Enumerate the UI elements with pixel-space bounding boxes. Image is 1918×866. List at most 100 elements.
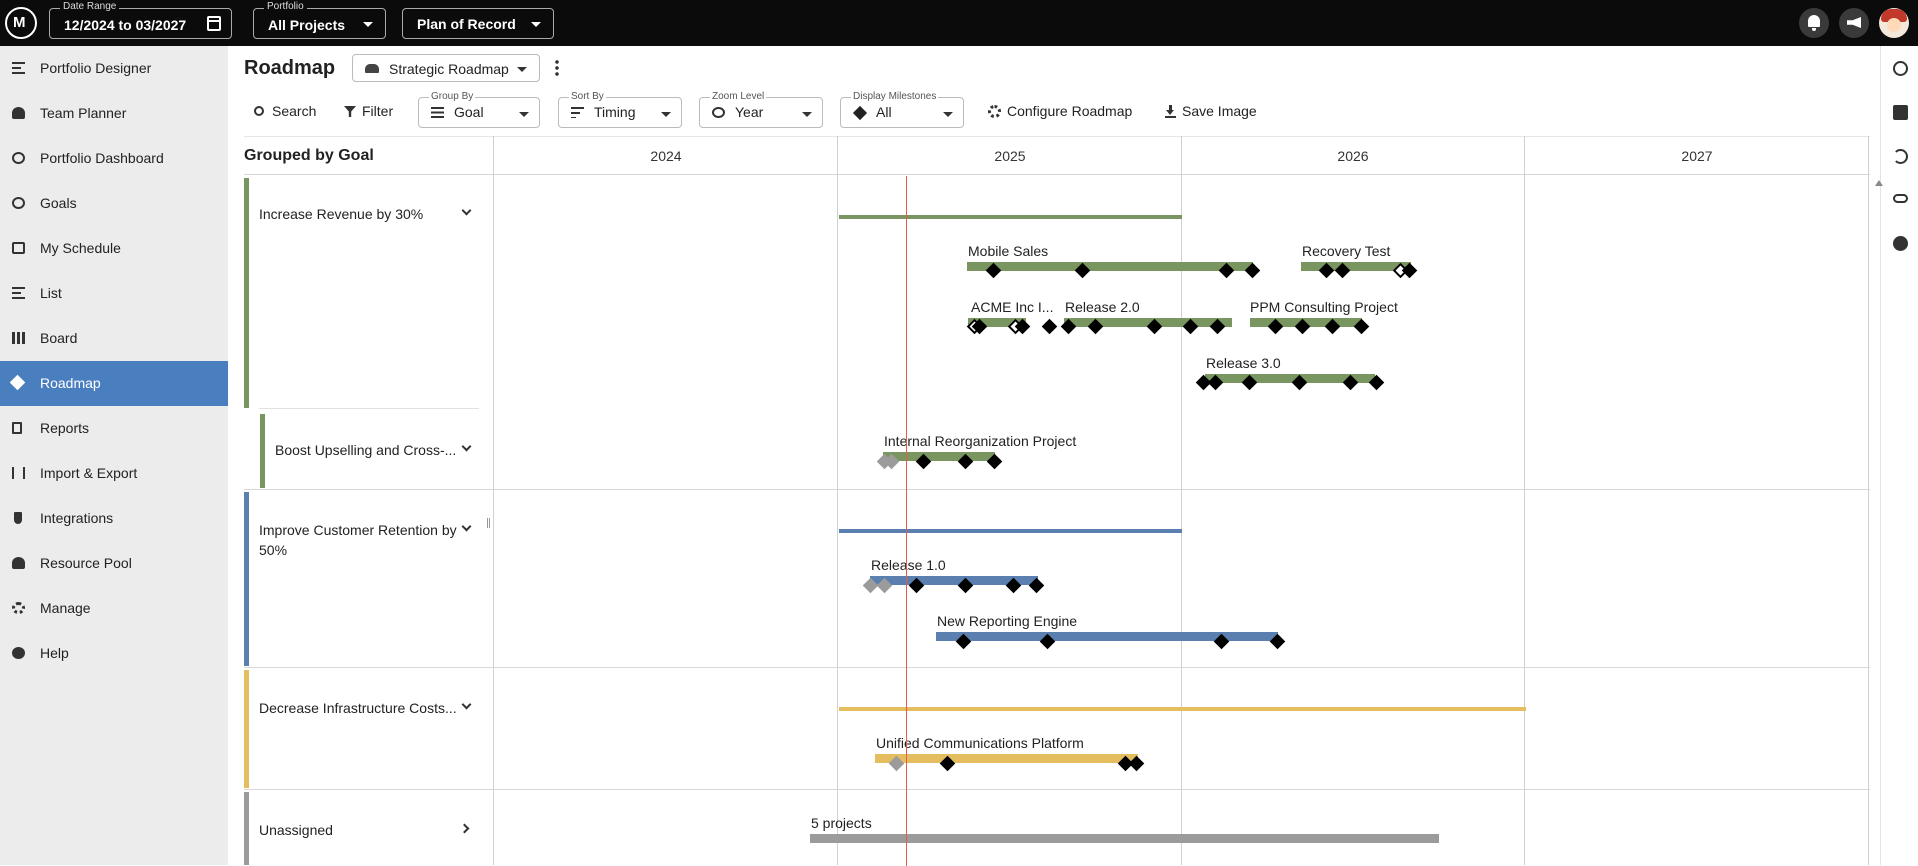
download-icon [1165, 105, 1176, 118]
sidebar-item-goals[interactable]: Goals [0, 181, 228, 226]
view-select-value: Strategic Roadmap [389, 61, 509, 77]
goal-color-bar [244, 492, 249, 666]
app-logo[interactable]: M [5, 7, 37, 39]
arrows-icon [12, 467, 25, 479]
sort-by-select[interactable]: Sort By Timing [558, 91, 682, 128]
palette-icon[interactable] [1893, 236, 1908, 251]
document-icon [12, 422, 22, 434]
zoom-level-label: Zoom Level [710, 91, 767, 102]
goal-label[interactable]: Improve Customer Retention by 50% [259, 520, 459, 560]
notifications-button[interactable] [1799, 8, 1829, 38]
project-label[interactable]: Internal Reorganization Project [884, 433, 1076, 449]
display-milestones-value: All [876, 104, 892, 120]
sidebar-item-board[interactable]: Board [0, 316, 228, 361]
plan-select[interactable]: Plan of Record [402, 8, 554, 39]
chevron-down-icon[interactable] [461, 521, 472, 532]
link-icon[interactable] [1893, 194, 1908, 203]
sidebar-item-label: Integrations [40, 510, 114, 526]
sidebar-item-manage[interactable]: Manage [0, 586, 228, 631]
filter-button[interactable]: Filter [342, 101, 402, 123]
sidebar-item-label: My Schedule [40, 240, 121, 256]
year-label: 2024 [650, 148, 682, 164]
chevron-down-icon [519, 112, 529, 117]
scroll-up-icon[interactable] [1875, 180, 1883, 186]
sort-by-value: Timing [594, 104, 636, 120]
project-bar[interactable] [810, 834, 1439, 843]
goal-label[interactable]: Increase Revenue by 30% [259, 204, 423, 224]
goal-label[interactable]: Boost Upselling and Cross-... [275, 440, 456, 460]
list-icon [12, 287, 25, 299]
list-icon [431, 107, 444, 118]
sidebar-item-label: Import & Export [40, 465, 138, 481]
history-icon[interactable] [1893, 149, 1908, 164]
project-label[interactable]: Release 2.0 [1065, 299, 1140, 315]
project-bar[interactable] [875, 754, 1138, 763]
group-by-label: Group By [429, 91, 476, 102]
date-range-label: Date Range [60, 1, 120, 12]
info-icon[interactable] [1893, 61, 1908, 76]
sidebar-item-integrations[interactable]: Integrations [0, 496, 228, 541]
goal-group: Unassigned [244, 790, 1870, 865]
more-options-icon[interactable] [555, 59, 559, 76]
chevron-down-icon[interactable] [461, 205, 472, 216]
project-label[interactable]: New Reporting Engine [937, 613, 1077, 629]
sidebar-item-label: Team Planner [40, 105, 127, 121]
project-label[interactable]: Release 3.0 [1206, 355, 1281, 371]
sidebar-item-my-schedule[interactable]: My Schedule [0, 226, 228, 271]
project-bar[interactable] [967, 262, 1253, 271]
save-image-button[interactable]: Save Image [1162, 101, 1262, 123]
column-resize-handle[interactable] [487, 518, 490, 528]
sidebar-item-reports[interactable]: Reports [0, 406, 228, 451]
people-icon [12, 107, 25, 119]
chevron-down-icon [943, 112, 953, 117]
portfolio-select[interactable]: Portfolio All Projects [253, 1, 386, 39]
milestone-icon [852, 105, 868, 121]
goal-timeline-bar[interactable] [839, 707, 1526, 711]
calendar-icon[interactable] [207, 16, 221, 31]
goal-group: Improve Customer Retention by 50% [244, 490, 1870, 668]
sidebar: Portfolio Designer Team Planner Portfoli… [0, 46, 228, 865]
announcements-button[interactable] [1839, 8, 1869, 38]
chevron-right-icon[interactable] [459, 823, 470, 834]
chevron-down-icon[interactable] [461, 699, 472, 710]
goal-timeline-bar[interactable] [839, 529, 1182, 533]
target-icon [12, 197, 25, 209]
year-label: 2027 [1681, 148, 1713, 164]
goal-label[interactable]: Unassigned [259, 820, 333, 840]
sidebar-item-portfolio-dashboard[interactable]: Portfolio Dashboard [0, 136, 228, 181]
sidebar-item-label: Manage [40, 600, 91, 616]
zoom-level-value: Year [735, 104, 764, 120]
project-label[interactable]: ACME Inc I... [971, 299, 1053, 315]
goal-timeline-bar[interactable] [839, 215, 1182, 219]
project-label[interactable]: 5 projects [811, 815, 872, 831]
sidebar-item-help[interactable]: Help [0, 631, 228, 676]
sidebar-item-list[interactable]: List [0, 271, 228, 316]
chevron-down-icon[interactable] [461, 441, 472, 452]
bell-icon [1808, 15, 1820, 31]
search-button[interactable]: Search [252, 101, 324, 123]
configure-roadmap-button[interactable]: Configure Roadmap [986, 101, 1138, 123]
project-label[interactable]: Unified Communications Platform [876, 735, 1084, 751]
date-range-field[interactable]: Date Range 12/2024 to 03/2027 [49, 1, 232, 39]
sidebar-item-roadmap[interactable]: Roadmap [0, 361, 228, 406]
sidebar-item-resource-pool[interactable]: Resource Pool [0, 541, 228, 586]
project-label[interactable]: Mobile Sales [968, 243, 1048, 259]
year-label: 2025 [994, 148, 1026, 164]
sidebar-item-import-export[interactable]: Import & Export [0, 451, 228, 496]
help-icon [12, 647, 25, 659]
display-milestones-select[interactable]: Display Milestones All [840, 91, 964, 128]
group-by-select[interactable]: Group By Goal [418, 91, 540, 128]
project-label[interactable]: PPM Consulting Project [1250, 299, 1398, 315]
view-select[interactable]: Strategic Roadmap [352, 54, 540, 82]
sort-by-label: Sort By [569, 91, 606, 102]
sidebar-item-portfolio-designer[interactable]: Portfolio Designer [0, 46, 228, 91]
sidebar-item-team-planner[interactable]: Team Planner [0, 91, 228, 136]
timeline-header: Grouped by Goal 2024 2025 2026 2027 [244, 136, 1870, 175]
comments-icon[interactable] [1893, 105, 1908, 120]
project-label[interactable]: Release 1.0 [871, 557, 946, 573]
project-bar[interactable] [883, 452, 995, 461]
goal-label[interactable]: Decrease Infrastructure Costs... [259, 698, 457, 718]
zoom-level-select[interactable]: Zoom Level Year [699, 91, 823, 128]
project-label[interactable]: Recovery Test [1302, 243, 1390, 259]
avatar[interactable] [1879, 8, 1909, 38]
